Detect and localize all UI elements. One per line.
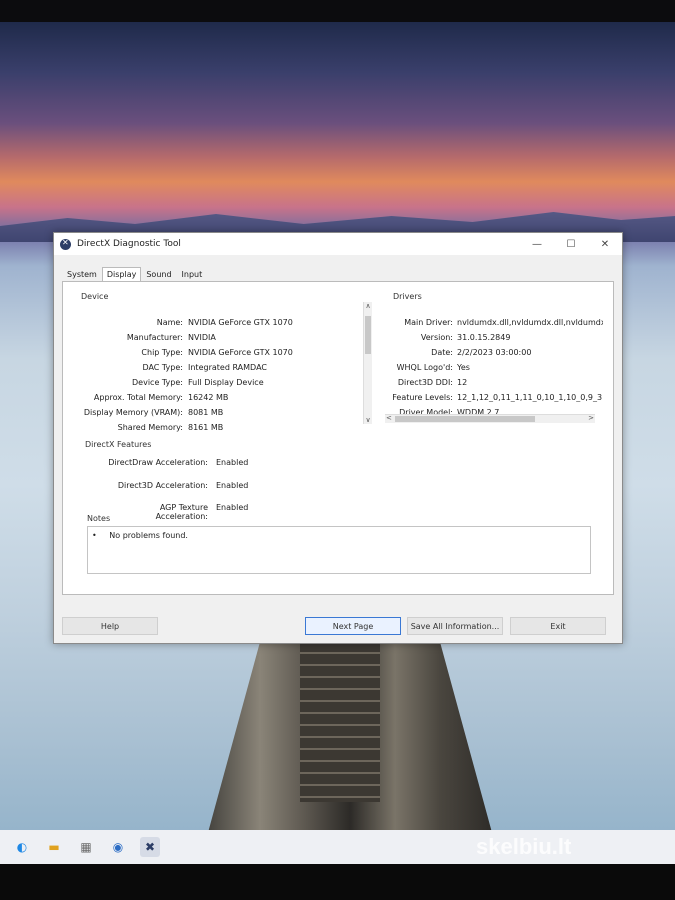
device-dac-type-value: Integrated RAMDAC: [188, 363, 267, 372]
drivers-group-title: Drivers: [393, 292, 422, 301]
save-all-information-button[interactable]: Save All Information...: [407, 617, 503, 635]
tab-input[interactable]: Input: [177, 267, 208, 282]
file-explorer-icon[interactable]: ▬: [44, 837, 64, 857]
monitor-bezel: [0, 864, 675, 900]
device-device-type-label: Device Type:: [132, 378, 183, 387]
device-chip-type-label: Chip Type:: [141, 348, 183, 357]
device-total-memory-value: 16242 MB: [188, 393, 229, 402]
driver-d3d-ddi-label: Direct3D DDI:: [397, 378, 453, 387]
wallpaper-pier-planks: [300, 642, 380, 802]
tab-strip: System Display Sound Input: [62, 267, 207, 282]
device-vram-label: Display Memory (VRAM):: [83, 408, 183, 417]
driver-feature-levels-label: Feature Levels:: [392, 393, 453, 402]
driver-date-label: Date:: [431, 348, 453, 357]
device-group-title: Device: [81, 292, 109, 301]
tab-display[interactable]: Display: [101, 267, 142, 282]
window-controls: — ☐ ✕: [520, 233, 622, 255]
taskbar: ◐ ▬ ▦ ◉ ✖: [0, 830, 675, 864]
close-button[interactable]: ✕: [588, 233, 622, 255]
device-dac-type-label: DAC Type:: [142, 363, 183, 372]
feature-agp-texture-value: Enabled: [216, 503, 249, 512]
driver-whql-label: WHQL Logo'd:: [396, 363, 453, 372]
device-vram-value: 8081 MB: [188, 408, 224, 417]
watermark-text: skelbiu.lt: [476, 834, 572, 859]
driver-whql-value: Yes: [457, 363, 470, 372]
feature-directdraw-value: Enabled: [216, 458, 249, 467]
feature-direct3d-value: Enabled: [216, 481, 249, 490]
device-total-memory-label: Approx. Total Memory:: [93, 393, 183, 402]
title-bar[interactable]: DirectX Diagnostic Tool — ☐ ✕: [54, 233, 622, 255]
next-page-button[interactable]: Next Page: [305, 617, 401, 635]
exit-button[interactable]: Exit: [510, 617, 606, 635]
dxdiag-icon[interactable]: ✖: [140, 837, 160, 857]
dxdiag-window: DirectX Diagnostic Tool — ☐ ✕ System Dis…: [53, 232, 623, 644]
scroll-up-arrow[interactable]: ∧: [364, 302, 372, 310]
driver-main-value: nvldumdx.dll,nvldumdx.dll,nvldumdx.c: [457, 318, 603, 327]
store-icon[interactable]: ▦: [76, 837, 96, 857]
device-shared-memory-label: Shared Memory:: [117, 423, 183, 432]
display-tab-panel: Device Name: NVIDIA GeForce GTX 1070 Man…: [62, 281, 614, 595]
feature-directdraw-label: DirectDraw Acceleration:: [108, 458, 208, 467]
help-button[interactable]: Help: [62, 617, 158, 635]
note-bullet: •: [92, 531, 97, 540]
feature-direct3d-label: Direct3D Acceleration:: [117, 481, 208, 490]
device-manufacturer-label: Manufacturer:: [126, 333, 183, 342]
device-name-label: Name:: [156, 318, 183, 327]
window-title: DirectX Diagnostic Tool: [77, 239, 181, 249]
features-group-title: DirectX Features: [85, 440, 152, 449]
driver-date-value: 2/2/2023 03:00:00: [457, 348, 532, 357]
driver-feature-levels-value: 12_1,12_0,11_1,11_0,10_1,10_0,9_3: [457, 393, 603, 402]
notes-box[interactable]: • No problems found.: [87, 526, 591, 574]
feature-agp-texture-label: AGP Texture Acceleration:: [155, 503, 208, 521]
drivers-scroll-thumb[interactable]: [395, 416, 535, 422]
maximize-button[interactable]: ☐: [554, 233, 588, 255]
driver-main-label: Main Driver:: [404, 318, 453, 327]
notes-group-title: Notes: [87, 514, 111, 523]
device-name-value: NVIDIA GeForce GTX 1070: [188, 318, 293, 327]
tab-sound[interactable]: Sound: [141, 267, 176, 282]
tab-system[interactable]: System: [62, 267, 102, 282]
network-icon[interactable]: ◉: [108, 837, 128, 857]
note-line: • No problems found.: [92, 531, 188, 540]
minimize-button[interactable]: —: [520, 233, 554, 255]
scroll-right-arrow[interactable]: >: [588, 414, 594, 422]
note-text: No problems found.: [109, 531, 188, 540]
device-shared-memory-value: 8161 MB: [188, 423, 224, 432]
dxdiag-app-icon: [60, 238, 71, 250]
device-device-type-value: Full Display Device: [188, 378, 264, 387]
driver-d3d-ddi-value: 12: [457, 378, 468, 387]
drivers-scrollbar[interactable]: < >: [385, 414, 595, 423]
driver-version-label: Version:: [420, 333, 453, 342]
scroll-down-arrow[interactable]: ∨: [364, 416, 372, 424]
device-manufacturer-value: NVIDIA: [188, 333, 216, 342]
device-chip-type-value: NVIDIA GeForce GTX 1070: [188, 348, 293, 357]
driver-version-value: 31.0.15.2849: [457, 333, 511, 342]
edge-icon[interactable]: ◐: [12, 837, 32, 857]
scroll-left-arrow[interactable]: <: [386, 414, 392, 422]
